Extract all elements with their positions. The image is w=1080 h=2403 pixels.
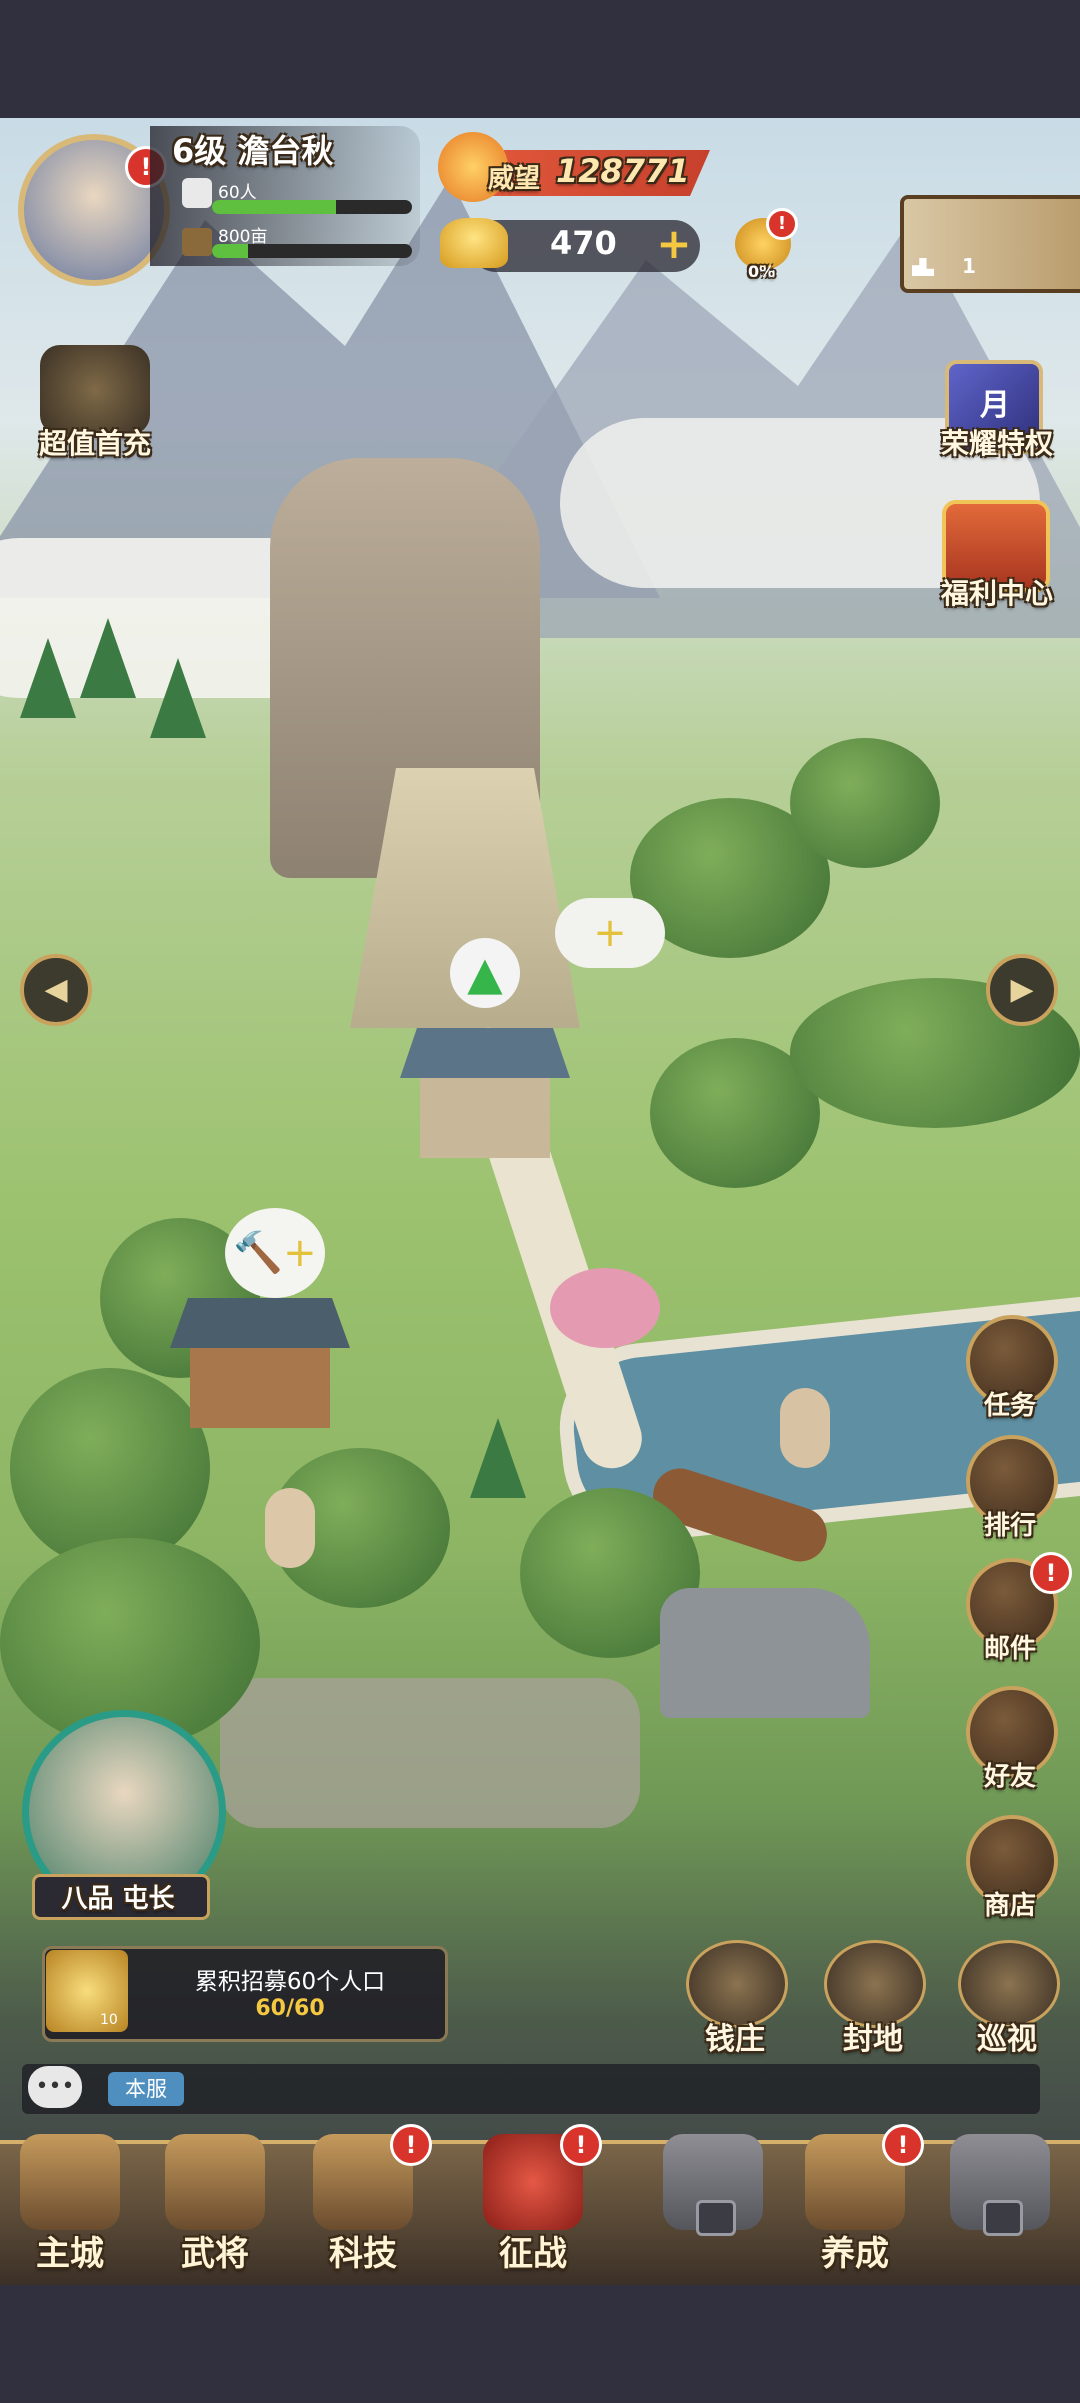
side-button-label[interactable]: 任务 [950, 1385, 1070, 1422]
prestige-label: 威望 [488, 164, 541, 194]
top-frame [0, 0, 1080, 118]
npc-warrior[interactable] [780, 1388, 830, 1468]
gold-add-button[interactable]: + [652, 223, 696, 268]
map-left-arrow-icon[interactable]: ◀ [20, 954, 92, 1026]
nav-item[interactable] [935, 2130, 1065, 2270]
nav-item-label: 征战 [499, 2234, 567, 2274]
nav-alert-badge: ! [390, 2124, 432, 2166]
map-right-arrow-icon[interactable]: ▶ [986, 954, 1058, 1026]
nav-item[interactable]: 养成! [790, 2124, 924, 2274]
rank-number: 1 [962, 254, 976, 278]
land-bar [212, 244, 412, 258]
rank-banner[interactable] [900, 195, 1080, 293]
population-icon [182, 178, 212, 208]
gold-value: 470 [550, 224, 617, 262]
pine-tree [150, 658, 206, 738]
feature-button-label[interactable]: 巡视 [952, 2014, 1062, 2058]
nav-alert-badge: ! [560, 2124, 602, 2166]
bottom-frame [0, 2285, 1080, 2403]
quest-reward-count: 10 [100, 2012, 118, 2028]
population-bar [212, 200, 412, 214]
first-recharge-label[interactable]: 超值首充 [20, 422, 170, 462]
welfare-center-label[interactable]: 福利中心 [922, 572, 1072, 612]
side-button-label[interactable]: 好友 [950, 1756, 1070, 1793]
nav-item[interactable]: 科技! [298, 2124, 432, 2274]
cherry-tree [550, 1268, 660, 1348]
pine-tree [80, 618, 136, 698]
pine-tree [20, 638, 76, 718]
gold-ingot-icon [440, 218, 508, 268]
side-button-label[interactable]: 邮件 [950, 1628, 1070, 1665]
chat-channel-tag[interactable]: 本服 [108, 2072, 184, 2106]
hero-rank-title: 八品 屯长 [61, 1884, 175, 1914]
workshop-building[interactable] [170, 1288, 350, 1438]
nav-item[interactable] [648, 2130, 778, 2270]
lock-icon [983, 2200, 1023, 2236]
nav-item[interactable]: 武将 [150, 2130, 280, 2274]
land-icon [182, 228, 212, 256]
player-level-name: 6级 澹台秋 [172, 132, 334, 170]
general-icon [165, 2134, 265, 2230]
lock-icon [696, 2200, 736, 2236]
nav-item[interactable]: 主城 [5, 2130, 135, 2274]
nav-alert-badge: ! [882, 2124, 924, 2166]
npc-worker[interactable] [265, 1488, 315, 1568]
honor-badge-text: 月 [980, 388, 1010, 423]
prestige-value: 128771 [556, 152, 690, 190]
pine-tree [470, 1418, 526, 1498]
bonus-percent: 0% [748, 262, 776, 281]
side-button-alert-badge: ! [1030, 1552, 1072, 1594]
side-button-label[interactable]: 排行 [950, 1505, 1070, 1542]
nav-item[interactable]: 征战! [468, 2124, 602, 2274]
clearing [220, 1678, 640, 1828]
chat-bubble-icon[interactable]: ••• [28, 2066, 82, 2108]
honor-privilege-label[interactable]: 荣耀特权 [922, 422, 1072, 462]
rock [660, 1588, 870, 1718]
hall-building[interactable] [400, 1018, 570, 1158]
thought-bubble[interactable]: + [555, 898, 665, 968]
side-button-label[interactable]: 商店 [950, 1885, 1070, 1922]
nav-item-label: 养成 [821, 2234, 889, 2274]
nav-item-label: 科技 [329, 2234, 397, 2274]
nav-item-label: 武将 [181, 2234, 249, 2274]
city-icon [20, 2134, 120, 2230]
quest-progress: 60/60 [255, 1996, 325, 2021]
build-hammer-icon[interactable]: 🔨+ [225, 1208, 325, 1298]
tree [790, 738, 940, 868]
feature-button-label[interactable]: 封地 [818, 2014, 928, 2058]
feature-button-label[interactable]: 钱庄 [680, 2014, 790, 2058]
upgrade-arrow-icon[interactable]: ▲ [450, 938, 520, 1008]
quest-text: 累积招募60个人口 [194, 1969, 386, 1995]
bonus-alert-badge: ! [766, 208, 798, 240]
nav-item-label: 主城 [36, 2234, 104, 2274]
